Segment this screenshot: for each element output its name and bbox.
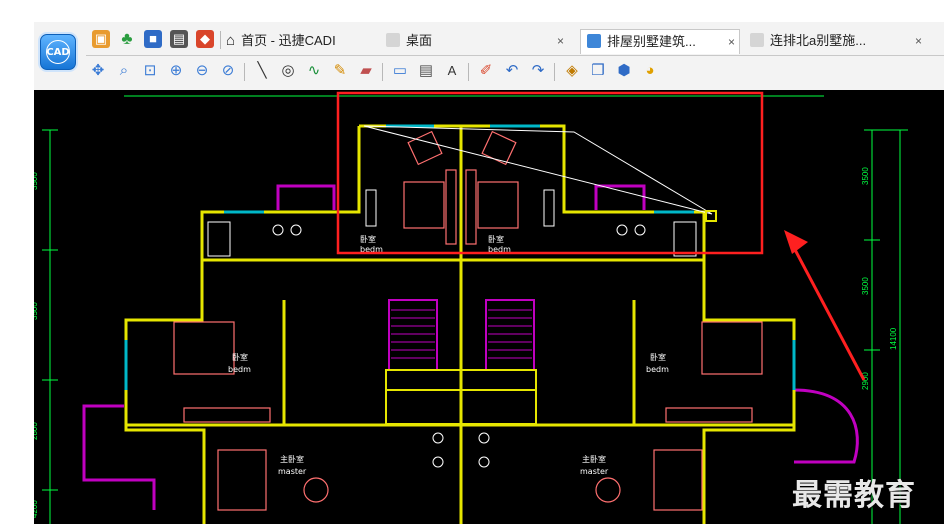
room-label: 卧室 [360,234,376,244]
dimension-lines [42,95,908,524]
room-label: bedm [646,365,669,374]
room-label: 主卧室 [582,454,606,464]
dim-label: 14100 [889,327,898,350]
tab-desktop[interactable]: 桌面 × [386,29,568,53]
eraser-icon[interactable]: ▰ [356,61,376,81]
curve-icon[interactable]: ∿ [304,61,324,81]
tab-bar: ▣ ♣ ■ ▤ ◆ ⌂ 首页 - 迅捷CADI 桌面 × 排屋别墅建筑... × … [86,27,944,56]
divider [468,63,469,81]
floor-plan: 3500 3500 2800 4200 3500 3500 2900 14100 [34,91,908,524]
dim-label: 4200 [34,500,39,518]
print-icon[interactable]: ▤ [170,30,188,48]
divider [220,31,221,49]
tab-label: 连排北a别墅施... [770,33,867,48]
room-label: master [580,467,609,476]
zoom-previous-icon[interactable]: ⊘ [218,61,238,81]
block-icon[interactable]: ❒ [588,61,608,81]
close-icon[interactable]: × [915,29,922,53]
room-labels: 卧室 bedm 卧室 bedm 卧室 bedm 卧室 bedm 主卧室 mast… [228,234,669,476]
redo-icon[interactable]: ↷ [528,61,548,81]
drawing-canvas[interactable]: 3500 3500 2800 4200 3500 3500 2900 14100 [34,90,944,524]
pan-icon[interactable]: ✥ [88,61,108,81]
color-wheel-icon[interactable]: ◕ [640,61,660,81]
zoom-out-icon[interactable]: ⊖ [192,61,212,81]
home-icon: ⌂ [226,32,236,49]
dim-label: 3500 [861,167,870,185]
zoom-in-icon[interactable]: ⊕ [166,61,186,81]
room-label: 卧室 [232,352,248,362]
drawing-file-icon [750,33,764,47]
tab-label: 排屋别墅建筑... [607,34,696,49]
dim-label: 2800 [34,422,39,440]
app-logo[interactable]: CAD [40,34,76,70]
layout-icon[interactable]: ▤ [416,61,436,81]
divider [554,63,555,81]
room-label: 卧室 [650,352,666,362]
palm-tree-icon[interactable]: ♣ [118,30,136,48]
circle-icon[interactable]: ◎ [278,61,298,81]
export-icon[interactable]: ◆ [196,30,214,48]
watermark: 最需教育 [792,478,916,513]
tab-label: 首页 - 迅捷CADI [241,33,336,48]
drawing-file-icon [587,34,601,48]
zoom-extents-icon[interactable]: ⊡ [140,61,160,81]
close-icon[interactable]: × [728,30,735,54]
tab-villa-drawing[interactable]: 排屋别墅建筑... × [580,29,740,54]
room-label: 主卧室 [280,454,304,464]
rectangle-icon[interactable]: ▭ [390,61,410,81]
pen-icon[interactable]: ✎ [330,61,350,81]
room-label: master [278,467,307,476]
divider [244,63,245,81]
dim-label: 3500 [34,302,39,320]
dim-label: 3500 [34,172,39,190]
walls [124,124,796,524]
zoom-window-icon[interactable]: ⌕ [114,61,134,81]
folder-open-icon[interactable]: ▣ [92,30,110,48]
room-label: bedm [228,365,251,374]
drawing-file-icon [386,33,400,47]
balconies [82,184,859,510]
furniture [173,130,763,511]
text-icon[interactable]: A [442,61,462,81]
line-icon[interactable]: ╲ [252,61,272,81]
tab-home[interactable]: ⌂ 首页 - 迅捷CADI [226,29,374,53]
room-label: 卧室 [488,234,504,244]
layer-icon[interactable]: ◈ [562,61,582,81]
tab-label: 桌面 [406,33,433,48]
highlight-icon[interactable]: ✐ [476,61,496,81]
divider [382,63,383,81]
cad-logo-icon: CAD [46,40,70,64]
tab-row-villa[interactable]: 连排北a别墅施... × [750,29,926,53]
undo-icon[interactable]: ↶ [502,61,522,81]
cube-icon[interactable]: ⬢ [614,61,634,81]
save-icon[interactable]: ■ [144,30,162,48]
toolbar: ✥ ⌕ ⊡ ⊕ ⊖ ⊘ ╲ ◎ ∿ ✎ ▰ ▭ ▤ A ✐ ↶ ↷ ◈ ❒ ⬢ … [86,57,944,87]
close-icon[interactable]: × [557,29,564,53]
dim-label: 3500 [861,277,870,295]
annotation-arrow [784,230,866,381]
